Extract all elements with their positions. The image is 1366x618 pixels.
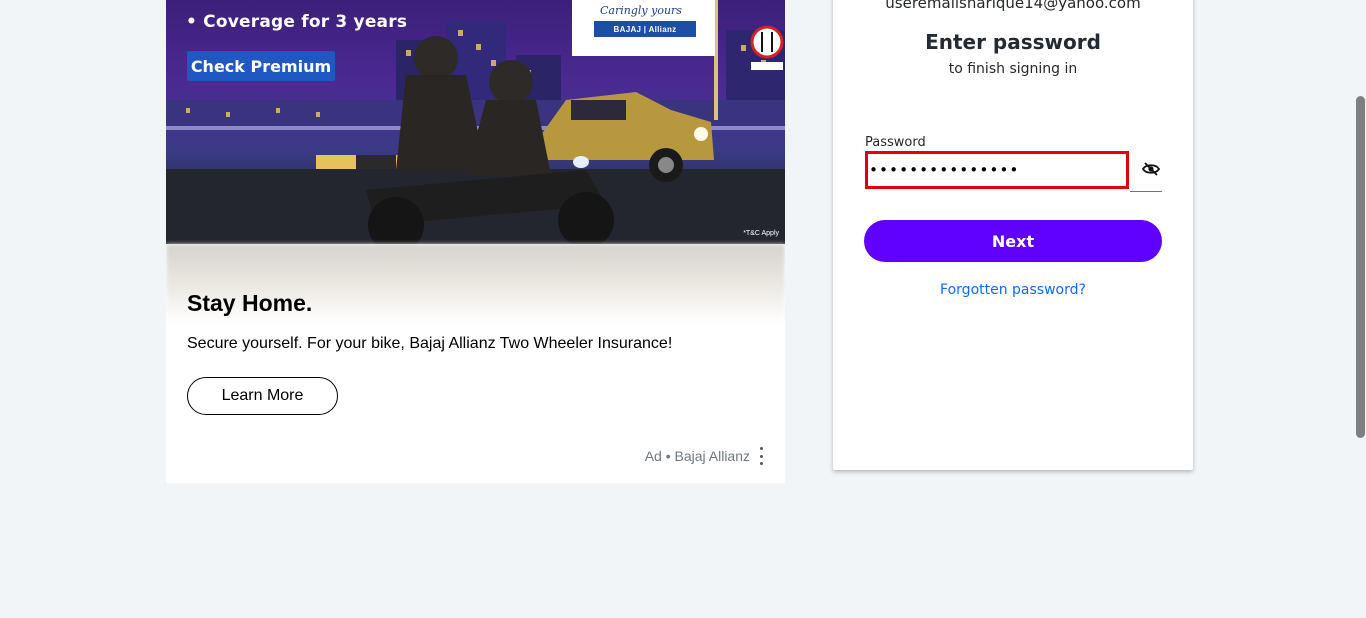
forgot-password-link[interactable]: Forgotten password? [833, 282, 1193, 298]
scrollbar-thumb[interactable] [1356, 96, 1365, 438]
vertical-ellipsis-icon[interactable] [757, 447, 765, 465]
learn-more-button[interactable]: Learn More [187, 377, 338, 415]
ad-card: • Coverage for 3 years Check Premium Car… [166, 0, 785, 483]
ad-tagline: Caringly yours [600, 4, 682, 17]
ad-bullet-text: • Coverage for 3 years [186, 12, 408, 32]
account-email: useremailsharique14@yahoo.com [885, 0, 1141, 12]
page-subtitle: to finish signing in [948, 61, 1078, 77]
password-input[interactable] [869, 154, 1126, 186]
login-card: useremailsharique14@yahoo.com Enter pass… [833, 0, 1193, 470]
password-field-wrapper [865, 151, 1129, 189]
password-underline [1130, 191, 1162, 192]
ad-description: Secure yourself. For your bike, Bajaj Al… [187, 335, 673, 352]
page-title: Enter password [925, 30, 1101, 54]
ad-terms-note: *T&C Apply [743, 230, 779, 237]
password-label: Password [865, 135, 926, 150]
check-premium-button[interactable]: Check Premium [187, 51, 335, 81]
ad-sponsor-label: Ad • Bajaj Allianz [644, 448, 750, 464]
next-button[interactable]: Next [864, 220, 1162, 262]
ad-banner-image[interactable]: • Coverage for 3 years Check Premium Car… [166, 0, 785, 244]
eye-slash-icon[interactable] [1141, 161, 1164, 179]
ad-title: Stay Home. [187, 290, 313, 316]
bajaj-allianz-logo: BAJAJ | Allianz [594, 21, 696, 37]
